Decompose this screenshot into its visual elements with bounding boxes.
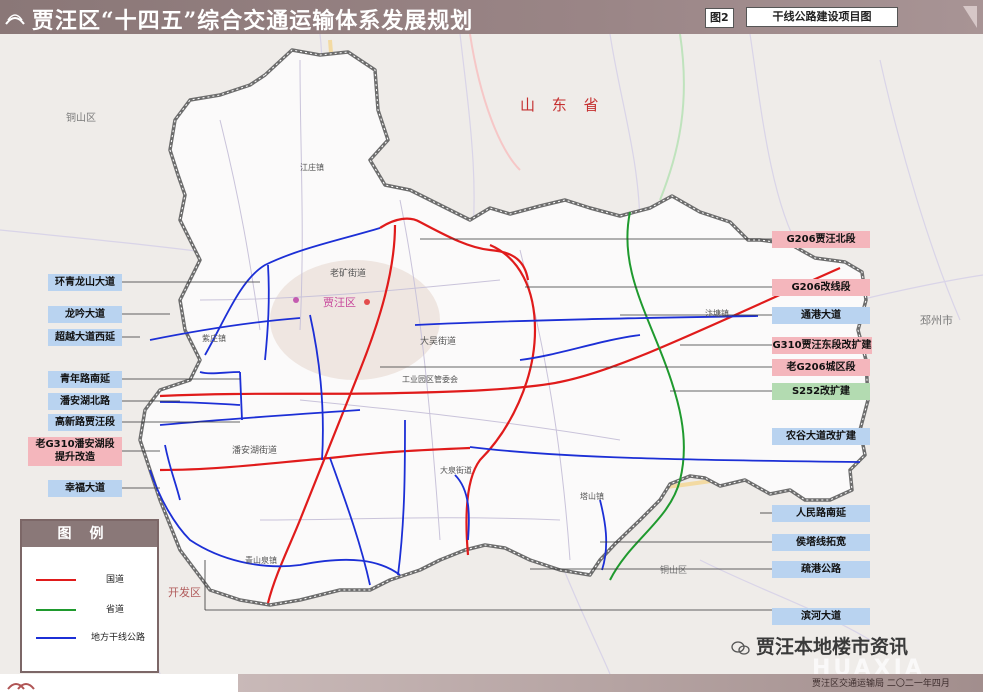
biantang-label: 汴塘镇: [705, 308, 729, 318]
legend-label-local: 地方干线公路: [91, 633, 146, 643]
callout-renmin-south: 人民路南延: [772, 505, 870, 522]
gongye-label: 工业园区管委会: [402, 374, 458, 384]
tashan-label: 塔山镇: [580, 491, 604, 501]
decorative-book-icon: [5, 14, 25, 25]
jiangzhuang-label: 江庄镇: [300, 162, 324, 172]
legend-swatch-local: [36, 637, 76, 639]
callout-qingnian-south: 青年路南延: [48, 371, 122, 388]
decorative-corner-icon: [963, 6, 977, 28]
callout-huanqinglongshan: 环青龙山大道: [48, 274, 122, 291]
footer-credit: 贾汪区交通运输局 二〇二一年四月: [812, 679, 950, 689]
callout-chaoyue-west: 超越大道西延: [48, 329, 122, 346]
callout-old-g310-line2: 提升改造: [55, 452, 95, 463]
callout-binhe: 滨河大道: [772, 608, 870, 625]
legend-swatch-national: [36, 579, 76, 581]
callout-g206-realign: G206改线段: [772, 279, 870, 296]
callout-gaoxin: 高新路贾汪段: [48, 414, 122, 431]
pizhou-label: 邳州市: [920, 313, 953, 327]
qingshanquan-label: 青山泉镇: [245, 555, 277, 565]
legend: 图例 国道 省道 地方干线公路: [20, 519, 159, 673]
figure-name: 干线公路建设项目图: [746, 7, 898, 27]
callout-tonggang: 通港大道: [772, 307, 870, 324]
wechat-icon: [731, 641, 750, 655]
callout-houta: 侯塔线拓宽: [772, 534, 870, 551]
decorative-footer-icon: [7, 683, 35, 690]
callout-old-g310: 老G310潘安湖段 提升改造: [28, 437, 122, 466]
watermark-text: 贾汪本地楼市资讯: [756, 636, 909, 658]
pananhu-label: 潘安湖街道: [232, 444, 277, 456]
legend-swatch-provincial: [36, 609, 76, 611]
callout-s252: S252改扩建: [772, 383, 870, 400]
legend-title: 图例: [22, 521, 157, 547]
zizhuang-label: 紫庄镇: [202, 333, 226, 343]
tongshan2-label: 铜山区: [660, 564, 687, 576]
legend-item-local: 地方干线公路: [36, 631, 156, 645]
legend-item-provincial: 省道: [36, 603, 156, 617]
legend-item-national: 国道: [36, 573, 156, 587]
callout-longyin: 龙吟大道: [48, 306, 122, 323]
callout-xingfu: 幸福大道: [48, 480, 122, 497]
tongshan-label: 铜山区: [66, 112, 96, 124]
province-label: 山 东 省: [520, 96, 605, 114]
callout-pananhu-north: 潘安湖北路: [48, 393, 122, 410]
title-bar: 贾汪区“十四五”综合交通运输体系发展规划 图2 干线公路建设项目图: [0, 0, 983, 34]
datun-label: 大泉街道: [440, 465, 472, 475]
dawu-label: 大吴街道: [420, 335, 456, 347]
callout-nonggu: 农谷大道改扩建: [772, 428, 870, 445]
page-title: 贾汪区“十四五”综合交通运输体系发展规划: [32, 8, 474, 34]
figure-number: 图2: [705, 8, 734, 28]
kaifa-label: 开发区: [168, 585, 201, 599]
laokuang-label: 老矿街道: [330, 267, 366, 279]
legend-label-national: 国道: [106, 575, 125, 585]
legend-label-provincial: 省道: [106, 605, 125, 615]
jiawang-label: 贾汪区: [323, 296, 356, 309]
callout-shugang: 疏港公路: [772, 561, 870, 578]
callout-g206-north: G206贾汪北段: [772, 231, 870, 248]
callout-g310-east: G310贾汪东段改扩建: [772, 337, 872, 354]
district-boundary: [138, 48, 870, 607]
callout-old-g310-line1: 老G310潘安湖段: [35, 439, 115, 450]
callout-old-g206: 老G206城区段: [772, 359, 870, 376]
